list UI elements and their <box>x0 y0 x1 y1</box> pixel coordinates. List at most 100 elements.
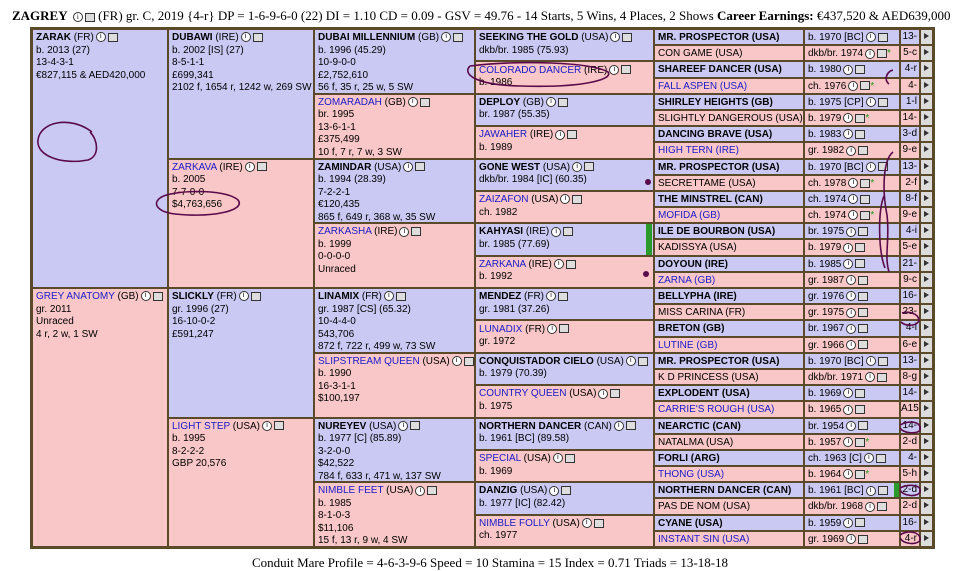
horse-name[interactable]: NIMBLE FOLLY <box>479 518 550 529</box>
gen5-name-cell[interactable]: NORTHERN DANCER (CAN) <box>654 482 804 499</box>
horse-name[interactable]: EXPLODENT (USA) <box>658 388 750 399</box>
info-icon[interactable]: i <box>72 12 83 23</box>
gen5-name-cell[interactable]: ILE DE BOURBON (USA) <box>654 223 804 240</box>
gen5-name-cell[interactable]: MR. PROSPECTOR (USA) <box>654 29 804 46</box>
photo-icon[interactable] <box>107 32 118 42</box>
expand-arrow-icon[interactable] <box>920 385 933 402</box>
horse-name-line[interactable]: NUREYEV (USA) i <box>318 421 471 434</box>
gen5-name-cell[interactable]: BRETON (GB) <box>654 320 804 337</box>
photo-icon[interactable] <box>637 356 648 366</box>
photo-icon[interactable] <box>855 129 866 139</box>
info-icon[interactable]: i <box>555 129 566 140</box>
photo-icon[interactable] <box>855 518 866 528</box>
photo-icon[interactable] <box>860 81 871 91</box>
info-icon[interactable]: i <box>547 323 558 334</box>
photo-icon[interactable] <box>855 243 866 253</box>
gen5-name-cell[interactable]: CARRIE'S ROUGH (USA) <box>654 401 804 418</box>
horse-name[interactable]: FORLI (ARG) <box>658 453 720 464</box>
info-icon[interactable]: i <box>843 517 854 528</box>
photo-icon[interactable] <box>858 421 869 431</box>
info-icon[interactable]: i <box>95 32 106 43</box>
horse-name[interactable]: CYANE (USA) <box>658 518 723 529</box>
photo-icon[interactable] <box>877 97 888 107</box>
horse-name[interactable]: ILE DE BOURBON (USA) <box>658 226 775 237</box>
photo-icon[interactable] <box>250 291 261 301</box>
horse-name[interactable]: ZAIZAFON <box>479 194 528 205</box>
horse-name[interactable]: ZAMINDAR <box>318 162 371 173</box>
horse-name-line[interactable]: SLICKLY (FR) i <box>172 291 310 304</box>
photo-icon[interactable] <box>558 291 569 301</box>
photo-icon[interactable] <box>855 405 866 415</box>
gen5-name-cell[interactable]: FORLI (ARG) <box>654 449 804 467</box>
info-icon[interactable]: i <box>843 113 854 124</box>
photo-icon[interactable] <box>273 421 284 431</box>
photo-icon[interactable] <box>567 130 578 140</box>
expand-arrow-icon[interactable] <box>920 239 933 256</box>
horse-name[interactable]: SLIGHTLY DANGEROUS (USA) <box>658 113 803 124</box>
info-icon[interactable]: i <box>625 356 636 367</box>
info-icon[interactable]: i <box>865 97 876 108</box>
horse-name[interactable]: LINAMIX <box>318 291 359 302</box>
gen5-name-cell[interactable]: CYANE (USA) <box>654 514 804 531</box>
info-icon[interactable]: i <box>865 356 876 367</box>
expand-arrow-icon[interactable] <box>920 271 933 288</box>
expand-arrow-icon[interactable] <box>920 514 933 531</box>
horse-name[interactable]: ZARNA (GB) <box>658 275 715 286</box>
photo-icon[interactable] <box>860 210 871 220</box>
expand-arrow-icon[interactable] <box>920 530 933 547</box>
expand-arrow-icon[interactable] <box>920 401 933 418</box>
horse-name-line[interactable]: NORTHERN DANCER (CAN) i <box>479 421 650 434</box>
photo-icon[interactable] <box>622 32 633 42</box>
horse-name[interactable]: SHIRLEY HEIGHTS (GB) <box>658 97 773 108</box>
gen5-name-cell[interactable]: SECRETTAME (USA) <box>654 174 804 191</box>
gen5-name-cell[interactable]: NEARCTIC (CAN) <box>654 417 804 434</box>
horse-name[interactable]: MR. PROSPECTOR (USA) <box>658 356 780 367</box>
horse-name[interactable]: SECRETTAME (USA) <box>658 178 756 189</box>
horse-name[interactable]: MENDEZ <box>479 291 521 302</box>
photo-icon[interactable] <box>858 227 869 237</box>
horse-name[interactable]: SHAREEF DANCER (USA) <box>658 64 782 75</box>
expand-arrow-icon[interactable] <box>920 449 933 467</box>
info-icon[interactable]: i <box>399 226 410 237</box>
info-icon[interactable]: i <box>846 534 857 545</box>
info-icon[interactable]: i <box>451 356 462 367</box>
info-icon[interactable]: i <box>549 485 560 496</box>
gen5-name-cell[interactable]: MR. PROSPECTOR (USA) <box>654 158 804 175</box>
gen5-name-cell[interactable]: CON GAME (USA) <box>654 45 804 62</box>
photo-icon[interactable] <box>463 356 474 366</box>
horse-name[interactable]: THONG (USA) <box>658 469 724 480</box>
horse-name-line[interactable]: ZOMARADAH (GB) i <box>318 97 471 110</box>
expand-arrow-icon[interactable] <box>920 320 933 337</box>
expand-arrow-icon[interactable] <box>920 174 933 191</box>
horse-name[interactable]: SLIPSTREAM QUEEN <box>318 356 420 367</box>
horse-name[interactable]: KADISSYA (USA) <box>658 242 737 253</box>
info-icon[interactable]: i <box>610 32 621 43</box>
horse-name[interactable]: NATALMA (USA) <box>658 437 733 448</box>
horse-name[interactable]: LUNADIX <box>479 324 522 335</box>
info-icon[interactable]: i <box>598 388 609 399</box>
photo-icon[interactable] <box>858 534 869 544</box>
horse-name[interactable]: KAHYASI <box>479 226 523 237</box>
photo-icon[interactable] <box>256 162 267 172</box>
horse-name[interactable]: DEPLOY <box>479 97 520 108</box>
info-icon[interactable]: i <box>843 469 854 480</box>
info-icon[interactable]: i <box>863 453 874 464</box>
photo-icon[interactable] <box>411 227 422 237</box>
horse-name[interactable]: PAS DE NOM (USA) <box>658 501 750 512</box>
photo-icon[interactable] <box>877 32 888 42</box>
horse-name[interactable]: COLORADO DANCER <box>479 65 581 76</box>
horse-name-line[interactable]: DUBAWI (IRE) i <box>172 32 310 45</box>
horse-name[interactable]: NUREYEV <box>318 421 366 432</box>
info-icon[interactable]: i <box>240 32 251 43</box>
horse-name[interactable]: LUTINE (GB) <box>658 340 717 351</box>
photo-icon[interactable] <box>858 324 869 334</box>
horse-name-line[interactable]: ZARKANA (IRE) i <box>479 259 650 272</box>
info-icon[interactable]: i <box>407 97 418 108</box>
gen5-name-cell[interactable]: PAS DE NOM (USA) <box>654 498 804 515</box>
info-icon[interactable]: i <box>383 291 394 302</box>
expand-arrow-icon[interactable] <box>920 29 933 46</box>
photo-icon[interactable] <box>395 291 406 301</box>
horse-name-line[interactable]: SLIPSTREAM QUEEN (USA) i <box>318 356 474 369</box>
horse-name-line[interactable]: ZAIZAFON (USA) i <box>479 194 650 207</box>
horse-name[interactable]: FALL ASPEN (USA) <box>658 81 747 92</box>
